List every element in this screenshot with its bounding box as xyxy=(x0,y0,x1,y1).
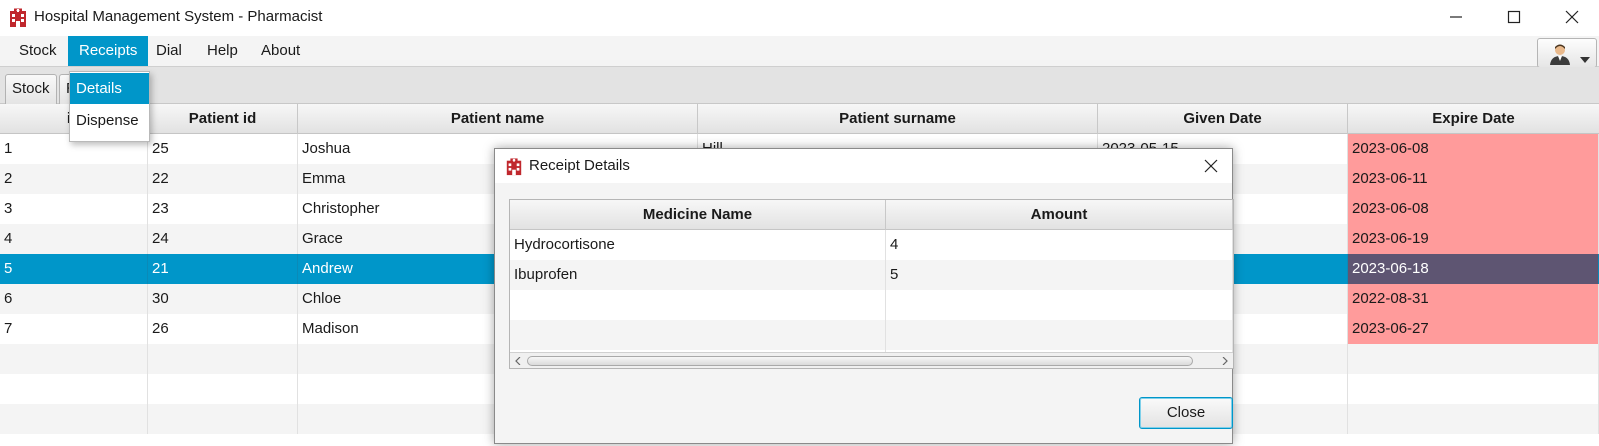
cell-medicine-name: Ibuprofen xyxy=(510,260,886,290)
dialog-title-bar: Receipt Details xyxy=(495,149,1232,183)
menu-receipts[interactable]: Receipts xyxy=(68,36,149,66)
medicine-row[interactable] xyxy=(510,320,1233,350)
cell-patient-id: 26 xyxy=(148,314,298,344)
menu-about[interactable]: About xyxy=(250,36,311,66)
table-header: id Patient id Patient name Patient surna… xyxy=(0,104,1599,134)
user-menu-button[interactable] xyxy=(1537,38,1597,68)
receipts-dropdown: Details Dispense xyxy=(69,71,150,142)
menu-item-details[interactable]: Details xyxy=(70,73,149,104)
cell-amount xyxy=(886,290,1233,320)
cell-id: 4 xyxy=(0,224,148,254)
hospital-icon xyxy=(8,8,28,28)
dialog-close-icon[interactable] xyxy=(1190,149,1232,183)
cell-patient-id: 30 xyxy=(148,284,298,314)
medicine-table-header: Medicine Name Amount xyxy=(510,200,1233,230)
menu-help[interactable]: Help xyxy=(196,36,249,66)
column-header-patient-surname[interactable]: Patient surname xyxy=(698,104,1098,134)
close-button[interactable]: Close xyxy=(1139,397,1233,429)
cell-amount xyxy=(886,320,1233,350)
scroll-right-icon[interactable] xyxy=(1217,353,1233,368)
close-icon[interactable] xyxy=(1543,0,1599,34)
cell-medicine-name xyxy=(510,320,886,350)
cell-patient-id xyxy=(148,374,298,404)
tab-bar: Stock Receipts xyxy=(0,67,1599,104)
cell-id: 3 xyxy=(0,194,148,224)
cell-patient-id: 21 xyxy=(148,254,298,284)
menu-item-dispense[interactable]: Dispense xyxy=(70,105,149,136)
cell-id: 2 xyxy=(0,164,148,194)
menu-bar: Stock Receipts Dial Help About xyxy=(0,36,1599,68)
cell-expire-date: 2023-06-08 xyxy=(1348,194,1599,224)
cell-expire-date: 2023-06-08 xyxy=(1348,134,1599,164)
cell-expire-date xyxy=(1348,374,1599,404)
cell-patient-id: 22 xyxy=(148,164,298,194)
menu-stock[interactable]: Stock xyxy=(8,36,68,66)
minimize-icon[interactable] xyxy=(1427,0,1485,34)
cell-patient-id: 24 xyxy=(148,224,298,254)
cell-expire-date: 2023-06-11 xyxy=(1348,164,1599,194)
menu-dial[interactable]: Dial xyxy=(145,36,193,66)
cell-medicine-name: Hydrocortisone xyxy=(510,230,886,260)
scroll-left-icon[interactable] xyxy=(510,353,526,368)
cell-patient-id xyxy=(148,344,298,374)
horizontal-scrollbar[interactable] xyxy=(510,352,1233,368)
cell-id xyxy=(0,344,148,374)
maximize-icon[interactable] xyxy=(1485,0,1543,34)
cell-expire-date xyxy=(1348,404,1599,434)
column-header-expire-date[interactable]: Expire Date xyxy=(1348,104,1599,134)
cell-expire-date xyxy=(1348,344,1599,374)
hospital-icon xyxy=(505,157,523,181)
cell-amount: 4 xyxy=(886,230,1233,260)
column-header-given-date[interactable]: Given Date xyxy=(1098,104,1348,134)
column-header-medicine-name[interactable]: Medicine Name xyxy=(510,200,886,230)
cell-id: 5 xyxy=(0,254,148,284)
chevron-down-icon xyxy=(1580,50,1590,67)
window-title: Hospital Management System - Pharmacist xyxy=(34,8,323,25)
cell-patient-id xyxy=(148,404,298,434)
scrollbar-thumb[interactable] xyxy=(527,356,1193,366)
column-header-patient-id[interactable]: Patient id xyxy=(148,104,298,134)
cell-patient-id: 25 xyxy=(148,134,298,164)
medicine-row[interactable]: Ibuprofen 5 xyxy=(510,260,1233,290)
title-bar: Hospital Management System - Pharmacist xyxy=(0,0,1599,36)
column-header-patient-name[interactable]: Patient name xyxy=(298,104,698,134)
cell-medicine-name xyxy=(510,290,886,320)
cell-id xyxy=(0,404,148,434)
cell-id: 7 xyxy=(0,314,148,344)
column-header-amount[interactable]: Amount xyxy=(886,200,1233,230)
cell-expire-date: 2023-06-18 xyxy=(1348,254,1599,284)
medicine-row[interactable]: Hydrocortisone 4 xyxy=(510,230,1233,260)
cell-id: 6 xyxy=(0,284,148,314)
cell-id xyxy=(0,374,148,404)
receipt-details-dialog: Receipt Details Medicine Name Amount Hyd… xyxy=(494,148,1234,444)
tab-stock[interactable]: Stock xyxy=(5,74,57,104)
cell-expire-date: 2022-08-31 xyxy=(1348,284,1599,314)
cell-expire-date: 2023-06-19 xyxy=(1348,224,1599,254)
cell-expire-date: 2023-06-27 xyxy=(1348,314,1599,344)
medicine-table: Medicine Name Amount Hydrocortisone 4 Ibup… xyxy=(509,199,1234,369)
medicine-row[interactable] xyxy=(510,290,1233,320)
cell-amount: 5 xyxy=(886,260,1233,290)
user-avatar-icon xyxy=(1548,42,1572,70)
cell-patient-id: 23 xyxy=(148,194,298,224)
dialog-title: Receipt Details xyxy=(529,157,630,174)
